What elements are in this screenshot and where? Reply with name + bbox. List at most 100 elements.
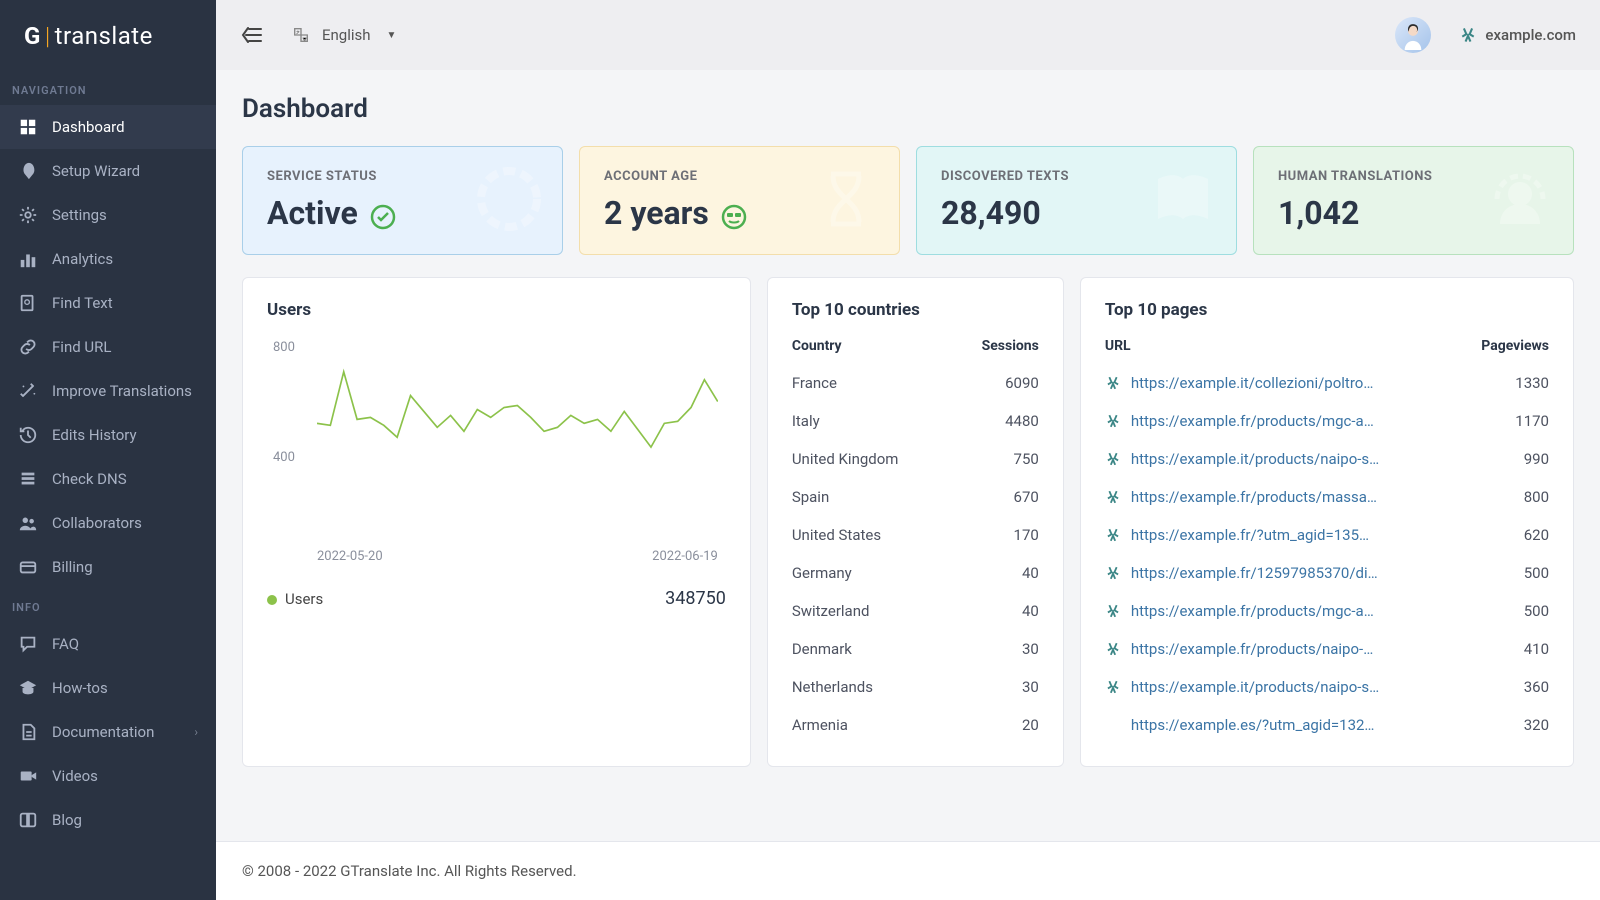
sessions-value: 30 (1022, 678, 1039, 696)
page-url-link[interactable]: https://example.it/products/naipo-s… (1131, 678, 1379, 696)
table-row: Switzerland 40 (792, 592, 1039, 630)
wand-icon (18, 381, 38, 401)
grad-icon (18, 678, 38, 698)
page-url-link[interactable]: https://example.fr/products/naipo-s… (1131, 640, 1381, 658)
table-row: Armenia20 (792, 706, 1039, 744)
page-url-link[interactable]: https://example.fr/?utm_agid=135… (1131, 526, 1369, 544)
page-url-link[interactable]: https://example.fr/products/mgc-a… (1131, 602, 1374, 620)
page-url-link[interactable]: https://example.fr/products/mgc-a… (1131, 412, 1374, 430)
pageviews-value: 500 (1524, 602, 1549, 620)
chevron-right-icon: › (194, 725, 198, 739)
legend-total: 348750 (665, 588, 726, 609)
sidebar-item-find-text[interactable]: Find Text (0, 281, 216, 325)
sessions-value: 40 (1022, 602, 1039, 620)
sessions-value: 670 (1014, 488, 1039, 506)
pageviews-value: 320 (1524, 716, 1549, 734)
table-row: Italy4480 (792, 402, 1039, 440)
panel-title: Top 10 pages (1105, 300, 1549, 320)
nav-label: FAQ (52, 635, 198, 653)
country-name: Germany (792, 564, 852, 582)
sidebar-item-edits-history[interactable]: Edits History (0, 413, 216, 457)
page-url-link[interactable]: https://example.it/products/naipo-s… (1131, 450, 1379, 468)
pageviews-value: 990 (1524, 450, 1549, 468)
translate-icon (292, 26, 310, 44)
page-url-link[interactable]: https://example.it/collezioni/poltron… (1131, 374, 1381, 392)
nav-label: Billing (52, 558, 198, 576)
nav-heading-navigation: NAVIGATION (0, 72, 216, 105)
sidebar-item-check-dns[interactable]: Check DNS (0, 457, 216, 501)
table-row: https://example.fr/products/mgc-a…1170 (1105, 402, 1549, 440)
sidebar-item-setup-wizard[interactable]: Setup Wizard (0, 149, 216, 193)
stat-value: 28,490 (941, 194, 1041, 232)
legend-dot (267, 595, 277, 605)
table-row: https://example.es/?utm_agid=132… 320 (1105, 706, 1549, 744)
logo-g: G (24, 22, 41, 50)
table-row: https://example.fr/12597985370/di…500 (1105, 554, 1549, 592)
pageviews-value: 1330 (1515, 374, 1549, 392)
sessions-value: 30 (1022, 640, 1039, 658)
col-header-country: Country (792, 338, 842, 354)
site-icon (1105, 603, 1121, 619)
pageviews-value: 360 (1524, 678, 1549, 696)
sidebar-toggle-button[interactable] (240, 24, 262, 46)
site-icon (1105, 451, 1121, 467)
nav-label: Setup Wizard (52, 162, 198, 180)
x-tick-end: 2022-06-19 (652, 549, 718, 564)
country-name: Spain (792, 488, 829, 506)
footer-copyright: © 2008 - 2022 GTranslate Inc. All Rights… (216, 841, 1600, 900)
nav-label: Dashboard (52, 118, 198, 136)
table-row: https://example.fr/products/naipo-s…410 (1105, 630, 1549, 668)
rocket-icon (18, 161, 38, 181)
gear-icon (18, 205, 38, 225)
panel-title: Users (267, 300, 726, 320)
doc-icon (18, 722, 38, 742)
pageviews-value: 620 (1524, 526, 1549, 544)
sessions-value: 4480 (1005, 412, 1039, 430)
sidebar-item-billing[interactable]: Billing (0, 545, 216, 589)
country-name: Switzerland (792, 602, 870, 620)
sidebar-item-analytics[interactable]: Analytics (0, 237, 216, 281)
sidebar-item-settings[interactable]: Settings (0, 193, 216, 237)
sidebar-item-find-url[interactable]: Find URL (0, 325, 216, 369)
page-url-link[interactable]: https://example.fr/products/massa… (1131, 488, 1377, 506)
nav-label: Check DNS (52, 470, 198, 488)
nav-label: Collaborators (52, 514, 198, 532)
sidebar-item-documentation[interactable]: Documentation› (0, 710, 216, 754)
stat-card-discovered-texts: DISCOVERED TEXTS 28,490 (916, 146, 1237, 255)
nav-label: Videos (52, 767, 198, 785)
bars-icon (18, 249, 38, 269)
sidebar-item-blog[interactable]: Blog (0, 798, 216, 842)
site-icon (1105, 565, 1121, 581)
sidebar-item-videos[interactable]: Videos (0, 754, 216, 798)
sidebar: G | translate NAVIGATION Dashboard Setup … (0, 0, 216, 900)
nav-label: Documentation (52, 723, 194, 741)
site-selector[interactable]: example.com (1459, 26, 1576, 44)
caret-down-icon: ▼ (387, 30, 397, 41)
sidebar-item-improve-translations[interactable]: Improve Translations (0, 369, 216, 413)
language-selector[interactable]: English ▼ (292, 26, 396, 44)
page-url-link[interactable]: https://example.es/?utm_agid=132… (1131, 716, 1375, 734)
pages-panel: Top 10 pages URL Pageviews https://examp… (1080, 277, 1574, 767)
sidebar-item-collaborators[interactable]: Collaborators (0, 501, 216, 545)
site-icon (1105, 679, 1121, 695)
topbar: English ▼ example.com (216, 0, 1600, 70)
user-avatar[interactable] (1395, 17, 1431, 53)
stack-icon (18, 469, 38, 489)
legend-label: Users (285, 590, 323, 608)
brand-logo[interactable]: G | translate (0, 0, 216, 72)
country-name: Netherlands (792, 678, 873, 696)
site-icon (1105, 413, 1121, 429)
sidebar-item-faq[interactable]: FAQ (0, 622, 216, 666)
sidebar-item-how-tos[interactable]: How-tos (0, 666, 216, 710)
headset-icon (1485, 164, 1555, 238)
site-icon (1459, 26, 1477, 44)
card-icon (18, 557, 38, 577)
sessions-value: 170 (1014, 526, 1039, 544)
nav-label: Settings (52, 206, 198, 224)
stat-card-service-status: SERVICE STATUS Active (242, 146, 563, 255)
video-icon (18, 766, 38, 786)
table-row: United Kingdom750 (792, 440, 1039, 478)
sidebar-item-dashboard[interactable]: Dashboard (0, 105, 216, 149)
page-url-link[interactable]: https://example.fr/12597985370/di… (1131, 564, 1378, 582)
table-row: https://example.fr/products/mgc-a… 500 (1105, 592, 1549, 630)
